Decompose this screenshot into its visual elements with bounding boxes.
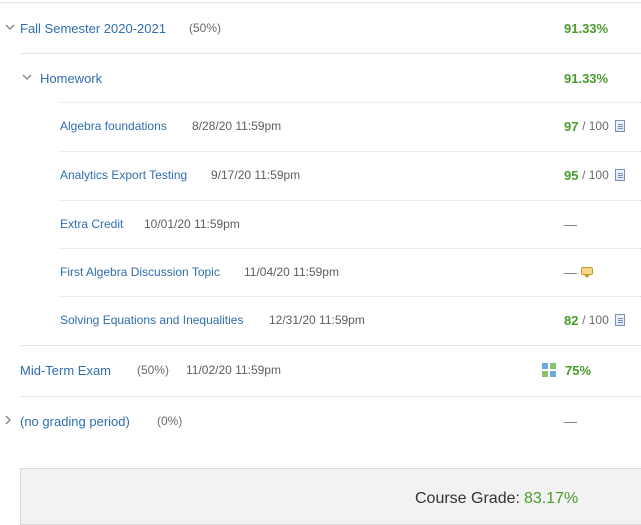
divider — [60, 102, 641, 103]
due-date: 9/17/20 11:59pm — [211, 168, 301, 182]
term-weight: (50%) — [189, 21, 222, 35]
grading-period-row: (no grading period) (0%) — — [0, 409, 641, 433]
course-grade-label: Course Grade: — [415, 490, 520, 507]
midterm-weight: (50%) — [137, 363, 170, 377]
midterm-title[interactable]: Mid-Term Exam — [20, 363, 111, 378]
due-date: 11/02/20 11:59pm — [186, 363, 281, 377]
score-empty: — — [564, 264, 577, 280]
score-value: 95 — [564, 167, 579, 183]
assignment-score: 95 / 100 — [564, 168, 625, 183]
divider — [60, 248, 641, 249]
term-row: Fall Semester 2020-2021 (50%) 91.33% — [0, 16, 641, 40]
grade-value: 75% — [565, 362, 592, 378]
grading-period-title[interactable]: (no grading period) — [20, 414, 130, 429]
category-title[interactable]: Homework — [40, 71, 102, 86]
document-icon[interactable] — [614, 120, 625, 132]
chevron-down-icon[interactable] — [21, 71, 35, 85]
due-date: 11/04/20 11:59pm — [244, 265, 339, 279]
assignment-link[interactable]: Extra Credit — [60, 217, 123, 231]
document-icon[interactable] — [614, 314, 625, 326]
assignment-score: — — [564, 217, 577, 232]
assignment-link[interactable]: First Algebra Discussion Topic — [60, 265, 220, 279]
score-empty: — — [564, 216, 577, 232]
term-grade: 91.33% — [564, 20, 609, 36]
divider — [20, 396, 641, 397]
assignment-link[interactable]: Algebra foundations — [60, 119, 167, 133]
grading-period-grade: — — [564, 414, 577, 429]
term-title[interactable]: Fall Semester 2020-2021 — [20, 21, 166, 36]
midterm-grade: 75% — [542, 362, 592, 378]
course-grade: Course Grade: 83.17% — [415, 490, 578, 508]
assignment-row: Solving Equations and Inequalities 12/31… — [0, 309, 641, 331]
category-row: Homework 91.33% — [0, 66, 641, 90]
assignment-row: Analytics Export Testing 9/17/20 11:59pm… — [0, 164, 641, 186]
course-grade-value: 83.17% — [523, 490, 579, 507]
score-out-of: / 100 — [582, 168, 609, 182]
due-date: 10/01/20 11:59pm — [144, 217, 240, 231]
divider — [60, 200, 641, 201]
divider — [60, 151, 641, 152]
assignment-link[interactable]: Analytics Export Testing — [60, 168, 187, 182]
score-out-of: / 100 — [582, 313, 609, 327]
assignment-row: Extra Credit 10/01/20 11:59pm — — [0, 213, 641, 235]
assessment-grid-icon[interactable] — [542, 362, 557, 378]
chevron-down-icon[interactable] — [4, 21, 18, 35]
top-border — [0, 2, 641, 3]
assignment-link[interactable]: Solving Equations and Inequalities — [60, 313, 243, 327]
assignment-score: 82 / 100 — [564, 313, 625, 328]
score-value: 82 — [564, 312, 579, 328]
divider — [60, 296, 641, 297]
assignment-row: Algebra foundations 8/28/20 11:59pm 97 /… — [0, 115, 641, 137]
document-icon[interactable] — [614, 169, 625, 181]
divider — [20, 53, 641, 54]
due-date: 12/31/20 11:59pm — [269, 313, 365, 327]
category-grade: 91.33% — [564, 70, 609, 86]
score-value: 97 — [564, 118, 579, 134]
midterm-row: Mid-Term Exam (50%) 11/02/20 11:59pm 75% — [0, 358, 641, 382]
grading-period-weight: (0%) — [157, 414, 183, 428]
chevron-right-icon[interactable] — [2, 414, 16, 428]
assignment-row: First Algebra Discussion Topic 11/04/20 … — [0, 261, 641, 283]
assignment-score: 97 / 100 — [564, 119, 625, 134]
due-date: 8/28/20 11:59pm — [192, 119, 282, 133]
discussion-icon[interactable] — [581, 266, 594, 278]
score-empty: — — [564, 413, 577, 429]
score-out-of: / 100 — [582, 119, 609, 133]
assignment-score: — — [564, 265, 594, 280]
divider — [20, 345, 641, 346]
